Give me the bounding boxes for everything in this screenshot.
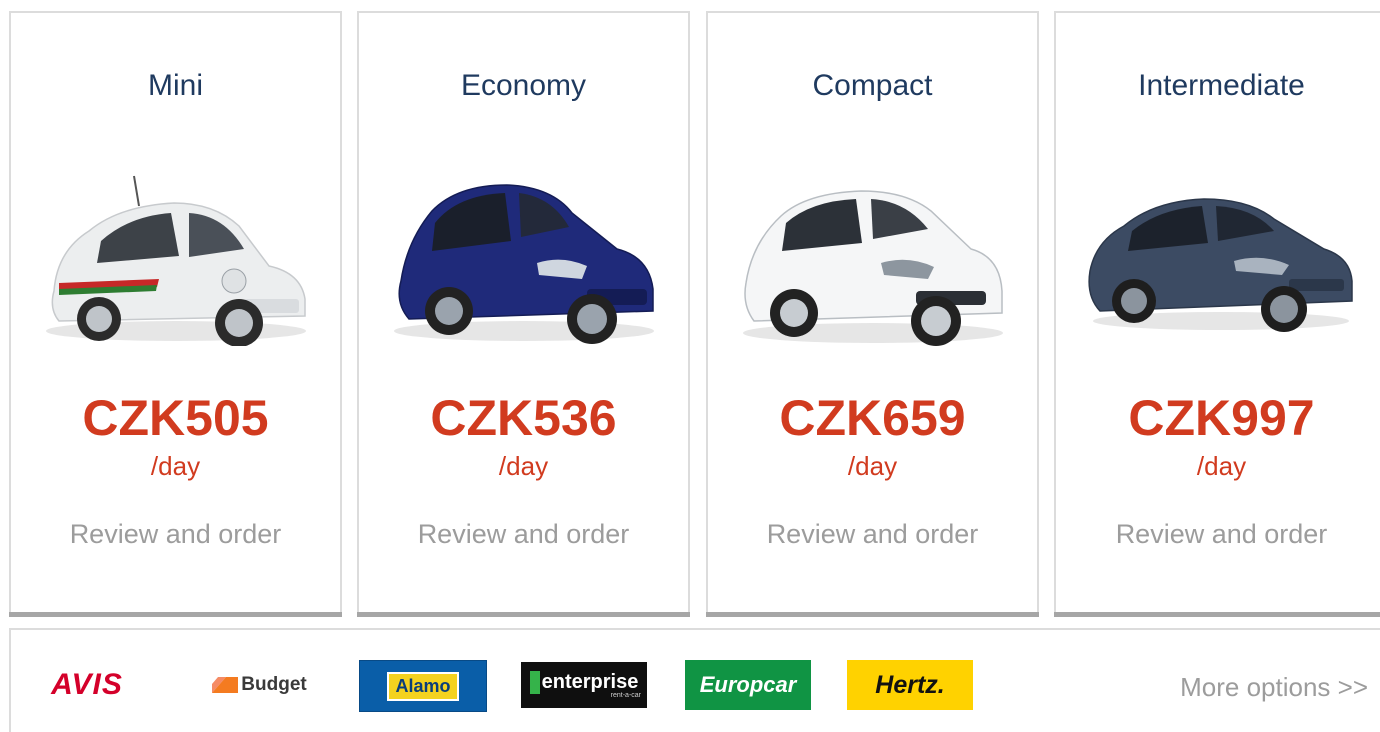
- hertz-logo[interactable]: Hertz.: [847, 660, 973, 710]
- car-card-intermediate[interactable]: Intermediate CZK997 /day Review and orde…: [1054, 11, 1380, 617]
- more-options-link[interactable]: More options >>: [1180, 672, 1368, 703]
- car-category-title: Intermediate: [1138, 69, 1305, 102]
- europcar-logo[interactable]: Europcar: [685, 660, 811, 710]
- enterprise-logo-text: enterprise: [529, 671, 638, 694]
- car-category-title: Economy: [460, 69, 587, 102]
- review-and-order-link[interactable]: Review and order: [359, 519, 688, 550]
- review-and-order-link[interactable]: Review and order: [11, 519, 340, 550]
- avis-logo[interactable]: AVIS: [47, 660, 127, 710]
- avis-logo-text: AVIS: [51, 668, 123, 701]
- car-category-title: Compact: [812, 69, 933, 102]
- per-day-label: /day: [150, 451, 201, 481]
- white-compact-car-icon: [743, 190, 1003, 346]
- dark-blue-sedan-car-icon: [1088, 198, 1353, 332]
- budget-logo[interactable]: Budget: [197, 660, 322, 710]
- alamo-logo[interactable]: Alamo: [359, 660, 487, 712]
- daily-price: CZK505: [82, 390, 269, 446]
- enterprise-logo[interactable]: enterprise rent-a-car: [521, 662, 647, 708]
- daily-price: CZK659: [779, 390, 966, 446]
- review-and-order-link[interactable]: Review and order: [1056, 519, 1380, 550]
- car-card-mini[interactable]: Mini CZK505 /day Review and order: [9, 11, 342, 617]
- car-category-title: Mini: [147, 69, 203, 102]
- blue-hatchback-car-icon: [394, 184, 654, 344]
- alamo-logo-text: Alamo: [387, 671, 459, 701]
- white-fiat-500-car-icon: [46, 175, 306, 346]
- budget-logo-text: Budget: [241, 674, 307, 695]
- review-and-order-link[interactable]: Review and order: [708, 519, 1037, 550]
- car-card-economy[interactable]: Economy CZK536 /day Review and order: [357, 11, 690, 617]
- enterprise-sub-text: rent-a-car: [610, 692, 641, 699]
- car-card-compact[interactable]: Compact CZK659 /day Review and order: [706, 11, 1039, 617]
- per-day-label: /day: [1196, 451, 1247, 481]
- daily-price: CZK536: [430, 390, 617, 446]
- per-day-label: /day: [847, 451, 898, 481]
- rental-brands-bar: AVIS Budget Alamo enterprise rent-a-car …: [9, 628, 1380, 732]
- europcar-logo-text: Europcar: [699, 672, 797, 697]
- daily-price: CZK997: [1128, 390, 1315, 446]
- budget-arrow-icon: [212, 677, 239, 693]
- per-day-label: /day: [498, 451, 549, 481]
- hertz-logo-text: Hertz.: [875, 670, 945, 699]
- car-class-cards: Mini CZK505 /day Review and order Econom…: [9, 11, 1380, 617]
